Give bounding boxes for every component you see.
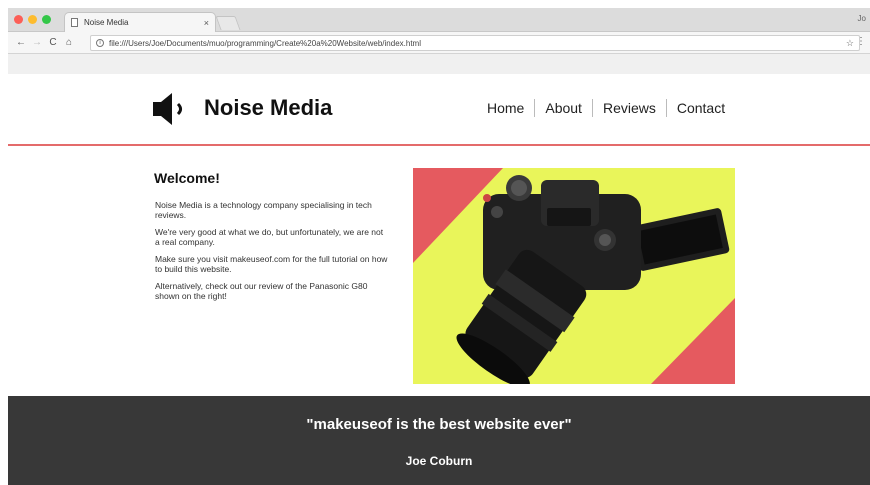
welcome-heading: Welcome! <box>154 170 220 186</box>
home-icon[interactable]: ⌂ <box>62 37 76 48</box>
tab-title: Noise Media <box>84 18 129 27</box>
bookmark-star-icon[interactable]: ☆ <box>846 38 854 49</box>
testimonial-quote: "makeuseof is the best website ever" <box>306 416 572 433</box>
main-nav: Home About Reviews Contact <box>477 98 735 118</box>
new-tab-button[interactable] <box>215 16 241 30</box>
browser-tab-strip: Noise Media × Jo <box>8 8 870 32</box>
zoom-window-button[interactable] <box>42 15 51 24</box>
intro-paragraph: Noise Media is a technology company spec… <box>155 200 372 220</box>
nav-contact-link[interactable]: Contact <box>667 98 735 118</box>
testimonial-author: Joe Coburn <box>405 454 473 468</box>
intro-paragraph: Make sure you visit makeuseof.com for th… <box>155 254 388 274</box>
url-text[interactable]: file:///Users/Joe/Documents/muo/programm… <box>109 39 846 48</box>
site-name: Noise Media <box>204 95 333 120</box>
intro-text: Noise Media is a technology company spec… <box>155 200 390 308</box>
testimonial-footer: "makeuseof is the best website ever" Joe… <box>8 396 870 485</box>
back-icon[interactable]: ← <box>14 37 28 48</box>
address-bar[interactable]: i file:///Users/Joe/Documents/muo/progra… <box>90 35 860 51</box>
profile-button[interactable]: Jo <box>858 14 866 23</box>
nav-about-link[interactable]: About <box>535 98 592 118</box>
header-divider <box>8 144 870 146</box>
intro-paragraph: We're very good at what we do, but unfor… <box>155 227 384 247</box>
bookmark-bar <box>8 54 870 74</box>
tab-close-icon[interactable]: × <box>204 18 209 28</box>
info-icon[interactable]: i <box>96 39 104 47</box>
site-header: Noise Media Home About Reviews Contact <box>0 74 870 144</box>
window-controls <box>14 15 51 24</box>
intro-paragraph: Alternatively, check out our review of t… <box>155 281 368 301</box>
browser-menu-icon[interactable]: ⋮ <box>856 36 866 47</box>
forward-icon[interactable]: → <box>30 37 44 48</box>
minimize-window-button[interactable] <box>28 15 37 24</box>
nav-reviews-link[interactable]: Reviews <box>593 98 666 118</box>
nav-home-link[interactable]: Home <box>477 98 534 118</box>
reload-icon[interactable]: C <box>46 37 60 48</box>
page-icon <box>71 18 78 27</box>
camera-photo <box>413 168 735 384</box>
speaker-icon <box>153 93 182 125</box>
browser-toolbar: ← → C ⌂ i file:///Users/Joe/Documents/mu… <box>8 32 870 54</box>
close-window-button[interactable] <box>14 15 23 24</box>
browser-tab[interactable]: Noise Media × <box>64 12 216 32</box>
